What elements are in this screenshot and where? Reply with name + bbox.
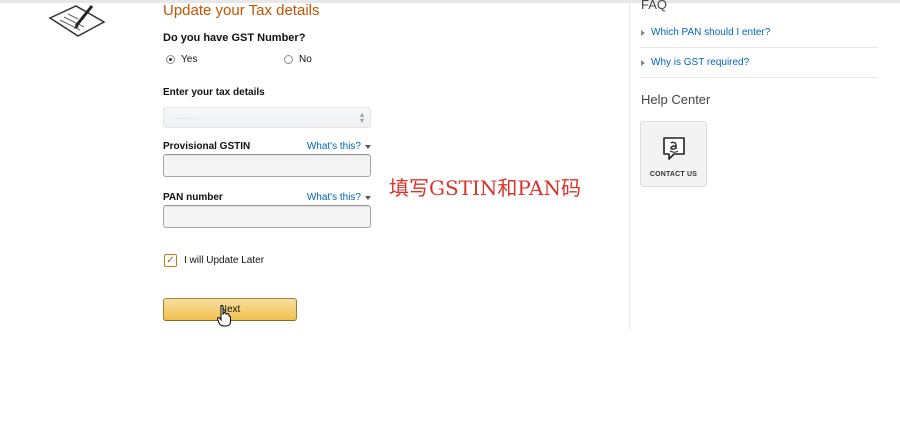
tax-document-illustration-icon — [48, 5, 106, 37]
gstin-input[interactable] — [163, 154, 371, 177]
pan-label: PAN number — [163, 192, 223, 203]
tax-details-select[interactable]: ········ ▴ ▾ — [163, 107, 371, 128]
faq-item-why-gst[interactable]: Why is GST required? — [641, 57, 749, 68]
annotation-text: 填写GSTIN和PAN码 — [389, 176, 581, 200]
faq-title: FAQ — [641, 0, 668, 12]
faq-item-label[interactable]: Why is GST required? — [651, 57, 749, 68]
pan-input[interactable] — [163, 205, 371, 228]
gst-question-label: Do you have GST Number? — [163, 32, 306, 44]
select-updown-icon: ▴ ▾ — [359, 110, 364, 125]
gstin-label: Provisional GSTIN — [163, 141, 251, 152]
gst-yes-radio[interactable]: Yes — [166, 54, 197, 65]
update-later-checkbox-row[interactable]: ✓ I will Update Later — [164, 254, 264, 267]
tax-details-label: Enter your tax details — [163, 87, 265, 98]
hand-cursor-icon — [217, 305, 231, 327]
faq-item-which-pan[interactable]: Which PAN should I enter? — [641, 27, 770, 38]
triangle-right-icon — [641, 29, 645, 36]
faq-item-label[interactable]: Which PAN should I enter? — [651, 27, 770, 38]
faq-divider — [640, 77, 878, 78]
page-title: Update your Tax details — [163, 2, 320, 19]
gstin-whats-this-text[interactable]: What's this? — [307, 141, 361, 152]
contact-us-card[interactable]: CONTACT US — [640, 121, 707, 187]
chat-bubble-icon — [663, 137, 685, 160]
pan-label-row: PAN number What's this? — [163, 192, 371, 203]
radio-unselected-icon[interactable] — [284, 55, 293, 64]
top-border — [0, 0, 900, 3]
gst-no-radio[interactable]: No — [284, 54, 312, 65]
caret-down-icon — [365, 144, 371, 149]
update-later-label: I will Update Later — [184, 255, 265, 266]
pan-whats-this-text[interactable]: What's this? — [307, 192, 361, 203]
pan-whats-this-link[interactable]: What's this? — [307, 192, 371, 203]
radio-selected-icon[interactable] — [166, 55, 175, 64]
contact-us-label: CONTACT US — [649, 171, 698, 178]
sidebar-divider — [629, 0, 630, 330]
checkbox-checked-icon[interactable]: ✓ — [164, 254, 177, 267]
tax-details-select-value: ········ — [172, 113, 199, 124]
gst-no-label: No — [299, 54, 312, 65]
gst-yes-label: Yes — [181, 54, 198, 65]
gstin-whats-this-link[interactable]: What's this? — [307, 141, 371, 152]
triangle-right-icon — [641, 59, 645, 66]
faq-divider — [640, 47, 878, 48]
gstin-label-row: Provisional GSTIN What's this? — [163, 141, 371, 152]
caret-down-icon — [365, 195, 371, 200]
help-center-title: Help Center — [641, 92, 711, 107]
